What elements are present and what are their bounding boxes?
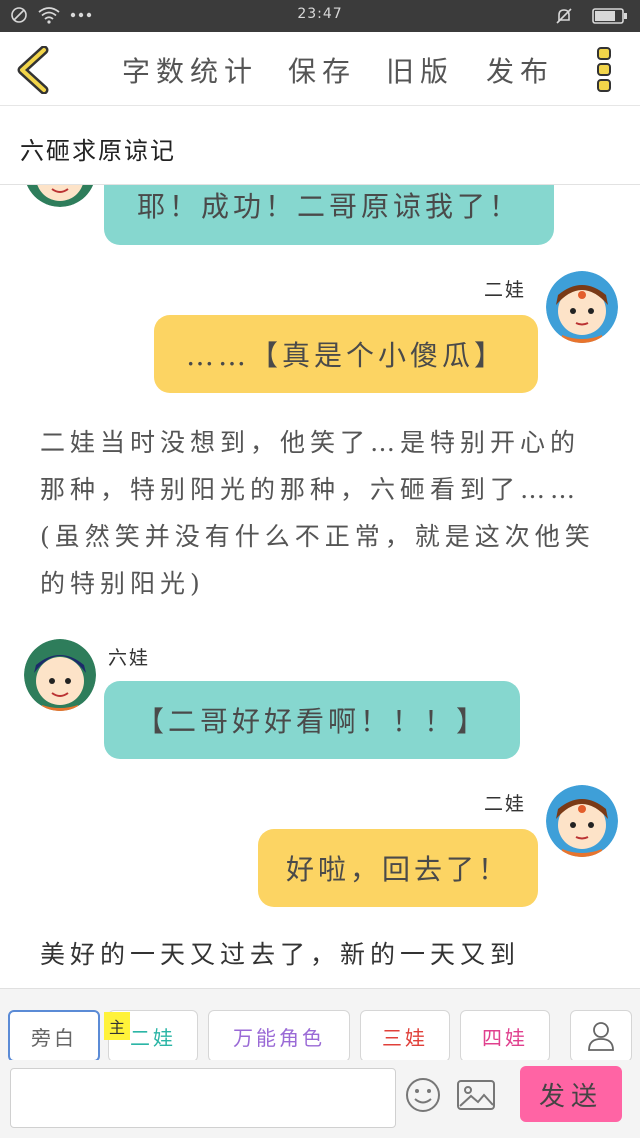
role-label: 万能角色 (233, 1025, 325, 1050)
status-right (554, 6, 628, 26)
role-label: 旁白 (31, 1025, 77, 1050)
top-toolbar: 字数统计 保存 旧版 发布 (0, 32, 640, 106)
send-button[interactable]: 发送 (520, 1066, 622, 1122)
mute-bell-icon (556, 8, 572, 24)
word-count-button[interactable]: 字数统计 (122, 50, 258, 90)
avatar-erwa (546, 785, 618, 857)
message-input[interactable] (10, 1068, 396, 1128)
battery-icon (592, 8, 627, 24)
emoji-icon[interactable] (404, 1076, 442, 1114)
menu-icon[interactable] (590, 44, 620, 94)
message-bubble[interactable]: 【二哥好好看啊！！！】 (104, 681, 520, 759)
message-bubble[interactable]: ……【真是个小傻瓜】 (154, 315, 538, 393)
role-label: 四娃 (482, 1025, 528, 1050)
status-bar: 23:47 (0, 0, 640, 32)
publish-button[interactable]: 发布 (486, 50, 554, 90)
speaker-name: 二娃 (484, 793, 527, 815)
narration-text[interactable]: 二娃当时没想到，他笑了…是特别开心的那种，特别阳光的那种，六砸看到了……(虽然笑… (40, 419, 600, 607)
status-time: 23:47 (297, 6, 343, 22)
story-title: 六砸求原谅记 (20, 137, 176, 165)
avatar-liuwa (24, 639, 96, 711)
image-icon[interactable] (456, 1078, 496, 1112)
narration-text[interactable]: 美好的一天又过去了，新的一天又到 (40, 931, 600, 978)
back-icon[interactable] (12, 46, 56, 94)
story-title-bar[interactable]: 六砸求原谅记 (0, 107, 640, 185)
role-manage-button[interactable] (570, 1010, 632, 1062)
message-bubble[interactable]: 耶！成功！二哥原谅我了！ (104, 185, 554, 245)
role-chip-sanwa[interactable]: 三娃 (360, 1010, 450, 1062)
message-bubble[interactable]: 好啦，回去了！ (258, 829, 538, 907)
main-role-tag: 主 (104, 1012, 130, 1040)
input-bar: 发送 (0, 1060, 640, 1138)
person-icon (588, 1022, 614, 1051)
save-button[interactable]: 保存 (288, 50, 356, 90)
speaker-name: 二娃 (484, 279, 527, 301)
avatar-liuwa (26, 185, 94, 207)
role-label: 三娃 (382, 1025, 428, 1050)
avatar-erwa (546, 271, 618, 343)
role-label: 二娃 (130, 1025, 176, 1050)
old-version-button[interactable]: 旧版 (386, 50, 454, 90)
speaker-name: 六娃 (108, 647, 151, 669)
role-chip-narrator[interactable]: 旁白 (8, 1010, 100, 1062)
chat-area[interactable]: 耶！成功！二哥原谅我了！ 二娃 ……【真是个小傻瓜】 二娃当时没想到，他笑了…是… (0, 185, 640, 988)
role-chip-universal[interactable]: 万能角色 (208, 1010, 350, 1062)
role-chip-siwa[interactable]: 四娃 (460, 1010, 550, 1062)
